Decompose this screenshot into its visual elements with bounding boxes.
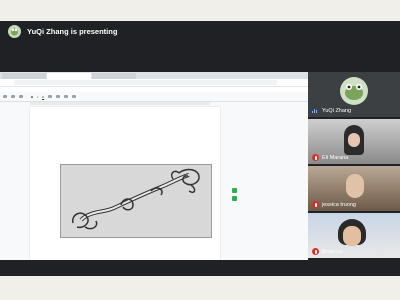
shared-screen: B I U [0,72,308,260]
browser-tab-bar [0,72,308,79]
align-right-icon[interactable] [64,95,69,98]
comment-side-icons [232,188,238,204]
avatar [340,77,368,105]
participant-face [343,226,361,246]
participant-tile[interactable]: jessica truong [308,166,400,211]
mic-off-icon [312,201,319,208]
print-icon[interactable] [19,95,23,98]
add-comment-icon[interactable] [232,188,237,193]
presenting-label: YuQi Zhang is presenting [27,26,118,36]
docs-toolbar: B I U [0,92,308,102]
participant-name: jessica truong [322,202,356,208]
undo-icon[interactable] [3,95,7,98]
frog-avatar-icon [345,84,363,100]
suggest-edit-icon[interactable] [232,196,237,201]
url-field[interactable] [14,80,277,85]
align-center-icon[interactable] [56,95,61,98]
mic-off-icon [312,154,319,161]
participant-tile[interactable]: Brian Lo [308,213,400,258]
presenter-avatar [8,24,21,38]
speaking-indicator-icon [312,108,318,113]
participants-panel: YuQi Zhang Eli Marana jessica truong Bri… [308,72,400,260]
browser-tab[interactable] [2,73,46,79]
underline-icon[interactable]: U [42,95,44,99]
list-icon[interactable] [72,95,77,98]
document-page[interactable] [30,107,220,260]
browser-tab-active[interactable] [47,73,91,79]
document-area [0,102,308,260]
mic-off-icon [312,248,319,255]
align-left-icon[interactable] [48,95,53,98]
italic-icon[interactable]: I [37,95,38,99]
participant-tile[interactable]: Eli Marana [308,119,400,164]
frog-avatar-icon [11,28,18,35]
presenting-banner: YuQi Zhang is presenting [0,21,400,41]
redo-icon[interactable] [11,95,15,98]
address-bar [0,79,308,87]
meeting-stage: YuQi Zhang is presenting B I U YuQi Zhan… [0,21,400,276]
ruler [30,102,210,105]
participant-name: Brian Lo [322,249,343,255]
participant-tile[interactable]: YuQi Zhang [308,72,400,117]
participant-face [346,174,364,198]
browser-tab[interactable] [92,73,136,79]
ruyi-drawing [72,168,200,230]
participant-face [348,133,360,147]
participant-name: Eli Marana [322,155,349,161]
bold-icon[interactable]: B [31,95,33,99]
ruyi-sketch-image[interactable] [60,164,212,238]
participant-name: YuQi Zhang [322,108,352,114]
